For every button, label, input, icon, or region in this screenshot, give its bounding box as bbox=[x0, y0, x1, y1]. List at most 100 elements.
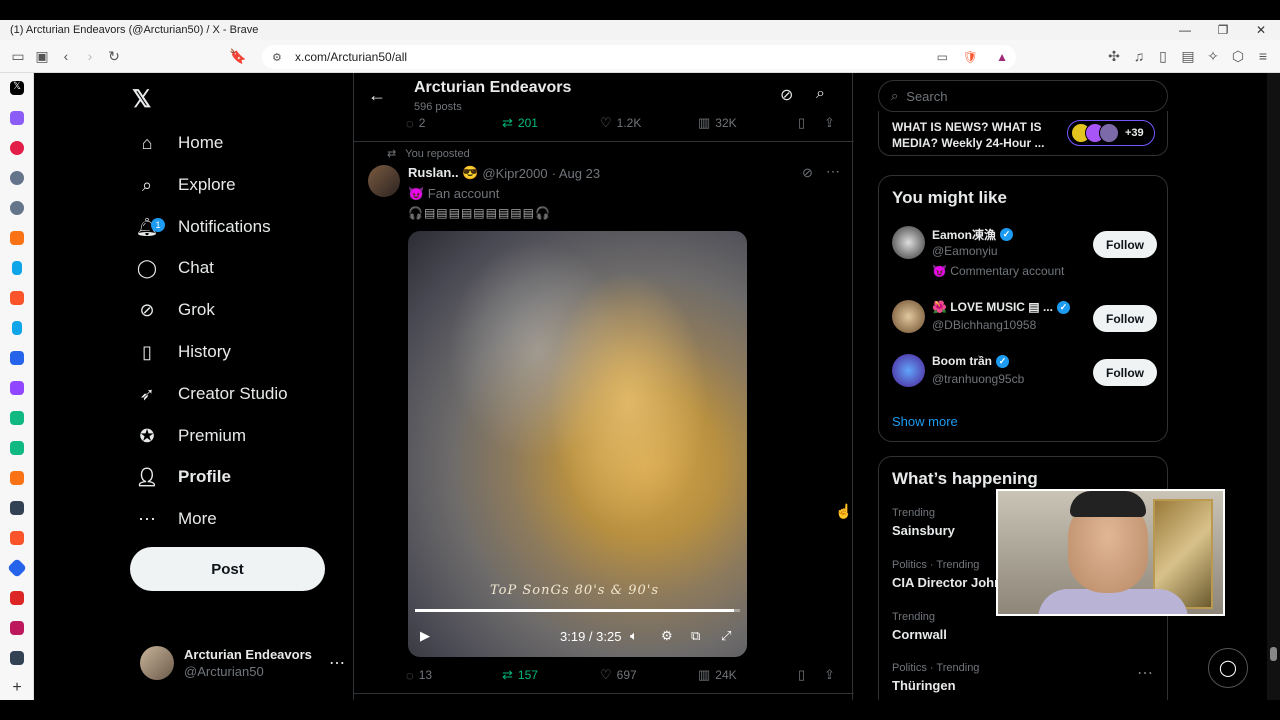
brave-icon[interactable] bbox=[0, 283, 34, 313]
trend-item[interactable]: Politics · Trending CIA Director John bbox=[892, 559, 1002, 590]
trend-item[interactable]: Trending Sainsbury bbox=[892, 507, 955, 538]
author-name[interactable]: Ruslan.. 😎 bbox=[408, 165, 478, 181]
forward-icon[interactable]: › bbox=[78, 44, 102, 68]
grok-icon[interactable]: ⊘ bbox=[802, 165, 813, 181]
robot-icon[interactable] bbox=[0, 403, 34, 433]
globe-icon[interactable] bbox=[0, 163, 34, 193]
bird-icon[interactable] bbox=[0, 253, 34, 283]
maple-leaf-icon[interactable] bbox=[0, 583, 34, 613]
back-icon[interactable]: ‹ bbox=[54, 44, 78, 68]
nav-profile[interactable]: 👤︎ Profile bbox=[134, 457, 231, 497]
media-icon[interactable]: ♫ bbox=[1127, 44, 1151, 68]
suggestion-item[interactable]: Eamon凍漁 ✓ @Eamonyiu 😈 Commentary account … bbox=[892, 226, 1157, 278]
trend-item[interactable]: Politics · Trending Thüringen bbox=[892, 662, 979, 693]
follow-button[interactable]: Follow bbox=[1093, 359, 1157, 386]
search-icon[interactable]: ⌕ bbox=[816, 85, 825, 103]
site-info-icon[interactable]: ⚙ bbox=[272, 51, 282, 64]
account-switcher[interactable]: Arcturian Endeavors @Arcturian50 ⋯ bbox=[140, 643, 345, 683]
bookmark-page-icon[interactable]: 🔖 bbox=[226, 44, 250, 68]
share-button[interactable]: ⇪ bbox=[824, 667, 840, 683]
views-button[interactable]: ▥ 24K bbox=[698, 667, 798, 683]
nav-notifications[interactable]: 🔔︎ 1 Notifications bbox=[134, 207, 271, 247]
nav-chat[interactable]: ◯ Chat bbox=[134, 248, 214, 288]
cast-icon[interactable]: ▭ bbox=[937, 50, 948, 64]
close-button[interactable]: ✕ bbox=[1242, 20, 1280, 40]
globe-icon-2[interactable] bbox=[0, 193, 34, 223]
robot-icon-2[interactable] bbox=[0, 433, 34, 463]
settings-icon[interactable]: ⚙ bbox=[661, 628, 673, 644]
x-logo-icon[interactable]: 𝕏 bbox=[132, 85, 151, 114]
extensions-icon[interactable]: ✣ bbox=[1102, 44, 1126, 68]
menu-icon[interactable]: ≡ bbox=[1251, 44, 1275, 68]
nav-history[interactable]: ▯ History bbox=[134, 332, 231, 372]
like-button[interactable]: ♡ 1.2K bbox=[600, 115, 698, 131]
grok-icon[interactable]: ⊘ bbox=[780, 85, 793, 105]
page-scrollbar[interactable] bbox=[1267, 73, 1280, 700]
reply-button[interactable]: ◌ 13 bbox=[406, 668, 502, 683]
reload-icon[interactable]: ↻ bbox=[102, 44, 126, 68]
suggestion-item[interactable]: Boom trần ✓ @tranhuong95cb Follow bbox=[892, 354, 1157, 394]
brave-shield-icon[interactable]: 🛡 bbox=[963, 50, 978, 64]
views-button[interactable]: ▥ 32K bbox=[698, 115, 798, 131]
bookmark-button[interactable]: ▯ bbox=[798, 115, 824, 131]
more-icon[interactable]: ⋯ bbox=[826, 163, 840, 180]
play-icon[interactable]: ▶ bbox=[420, 628, 430, 644]
play-icon-2[interactable] bbox=[0, 463, 34, 493]
maximize-button[interactable]: ❐ bbox=[1204, 20, 1242, 40]
video-player[interactable]: ToP SonGs 80's & 90's ▶ 3:19 / 3:25 🔈︎ ⚙… bbox=[408, 231, 747, 657]
mail-icon[interactable] bbox=[0, 103, 34, 133]
minimize-button[interactable]: — bbox=[1166, 20, 1204, 40]
repost-button[interactable]: ⇄ 201 bbox=[502, 115, 600, 131]
more-icon[interactable]: ⋯ bbox=[329, 653, 345, 673]
nav-creator-studio[interactable]: ➶ Creator Studio bbox=[134, 374, 287, 414]
bookmark-button[interactable]: ▯ bbox=[798, 667, 824, 683]
post-button[interactable]: Post bbox=[130, 547, 325, 591]
scrollbar-thumb[interactable] bbox=[1270, 647, 1277, 661]
like-button[interactable]: ♡ 697 bbox=[600, 667, 698, 683]
avatar[interactable] bbox=[368, 165, 400, 197]
pip-icon[interactable]: ⧉ bbox=[691, 628, 700, 644]
vpn-icon[interactable]: ⬡ bbox=[1226, 44, 1250, 68]
nav-more[interactable]: ⋯ More bbox=[134, 499, 217, 539]
reply-button[interactable]: ◌ 2 bbox=[406, 116, 502, 131]
news-avatars[interactable]: +39 bbox=[1067, 120, 1155, 146]
nav-premium[interactable]: ✪ Premium bbox=[134, 416, 246, 456]
play-icon[interactable] bbox=[0, 223, 34, 253]
sidebar-toggle-icon[interactable]: ▭ bbox=[6, 44, 30, 68]
follow-button[interactable]: Follow bbox=[1093, 305, 1157, 332]
nav-grok[interactable]: ⊘ Grok bbox=[134, 290, 214, 330]
brave-rewards-icon[interactable]: ▲ bbox=[996, 50, 1008, 64]
record-icon[interactable] bbox=[0, 133, 34, 163]
bird-icon-2[interactable] bbox=[0, 313, 34, 343]
author-handle[interactable]: @Kipr2000 bbox=[482, 166, 547, 181]
chat-fab-icon[interactable]: ◯ bbox=[1208, 648, 1248, 688]
volume-icon[interactable]: 🔈︎ bbox=[630, 628, 638, 644]
repost-button[interactable]: ⇄ 157 bbox=[502, 667, 600, 683]
share-button[interactable]: ⇪ bbox=[824, 115, 840, 131]
trend-item[interactable]: Trending Cornwall bbox=[892, 611, 947, 642]
news-card[interactable]: WHAT IS NEWS? WHAT IS MEDIA? Weekly 24-H… bbox=[878, 111, 1168, 156]
brave-icon-2[interactable] bbox=[0, 523, 34, 553]
follow-button[interactable]: Follow bbox=[1093, 231, 1157, 258]
address-bar[interactable]: ⚙ x.com/Arcturian50/all ▭ 🛡 ▲ bbox=[262, 45, 1016, 69]
leo-icon[interactable]: ✧ bbox=[1201, 44, 1225, 68]
show-more-link[interactable]: Show more bbox=[892, 414, 958, 429]
wallet-icon[interactable]: ▤ bbox=[1176, 44, 1200, 68]
nav-explore[interactable]: ⌕ Explore bbox=[134, 165, 236, 205]
shield-icon[interactable] bbox=[0, 493, 34, 523]
twitch-icon[interactable] bbox=[0, 373, 34, 403]
nav-home[interactable]: ⌂ Home bbox=[134, 123, 224, 163]
suggestion-item[interactable]: 🌺 LOVE MUSIC ▤ ... ✓ @DBichhang10958 Foll… bbox=[892, 300, 1157, 340]
fullscreen-icon[interactable]: ⤢ bbox=[721, 628, 731, 644]
back-arrow-icon[interactable]: ← bbox=[368, 85, 386, 106]
sidebar-panel-icon[interactable]: ▯ bbox=[1151, 44, 1175, 68]
x-app-icon[interactable]: 𝕏 bbox=[0, 73, 34, 103]
tab-group-icon[interactable]: ▣ bbox=[30, 44, 54, 68]
s-app-icon[interactable] bbox=[0, 613, 34, 643]
video-progress-bar[interactable] bbox=[415, 609, 740, 612]
shield-icon-2[interactable] bbox=[0, 643, 34, 673]
diamond-icon[interactable] bbox=[0, 553, 34, 583]
post-date[interactable]: · Aug 23 bbox=[552, 166, 600, 181]
add-icon[interactable]: + bbox=[0, 673, 34, 703]
more-icon[interactable]: ⋯ bbox=[1137, 663, 1153, 683]
